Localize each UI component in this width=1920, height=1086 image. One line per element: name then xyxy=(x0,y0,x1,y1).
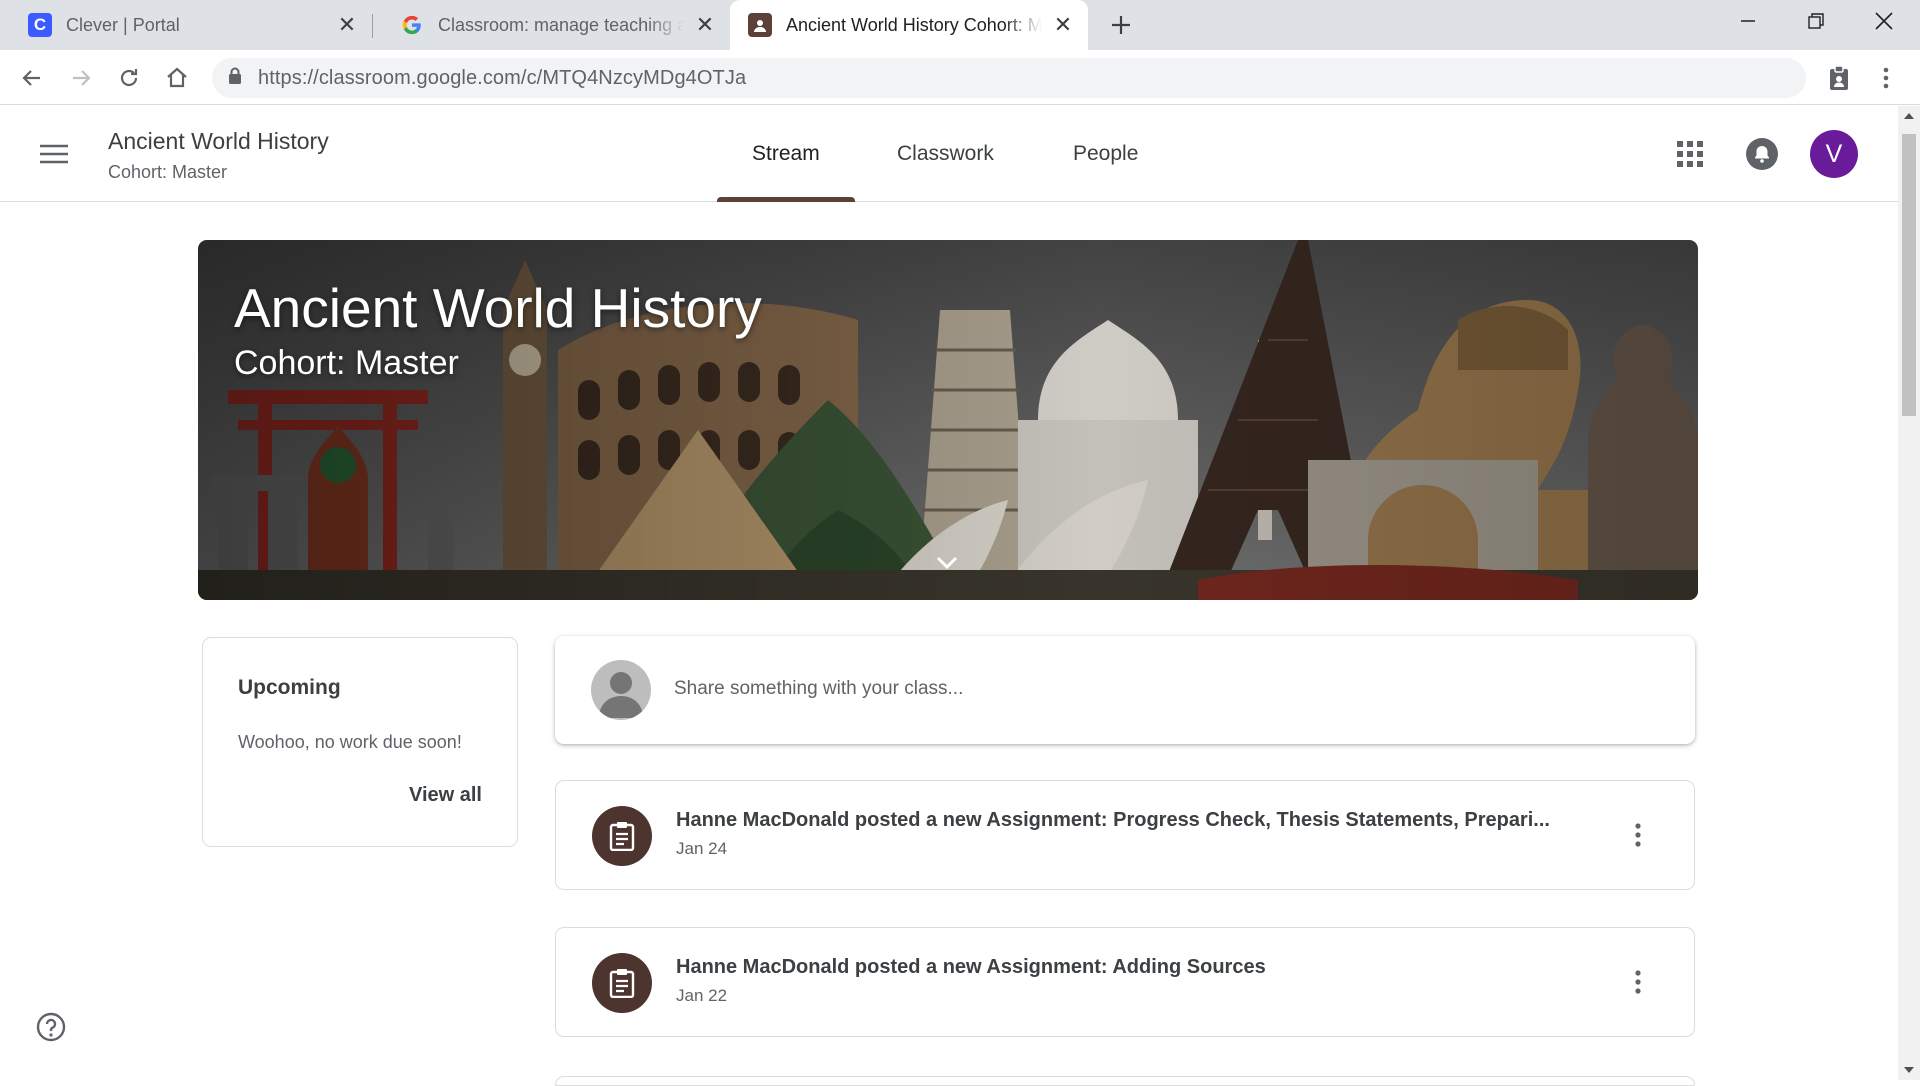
main-menu-icon[interactable] xyxy=(34,134,74,174)
google-apps-icon[interactable] xyxy=(1668,132,1712,176)
tab-people[interactable]: People xyxy=(1073,106,1138,202)
banner-title: Ancient World History xyxy=(234,277,762,339)
restore-icon[interactable] xyxy=(1782,0,1850,42)
tab-classwork[interactable]: Classwork xyxy=(897,106,994,202)
close-tab-icon[interactable]: ✕ xyxy=(1052,12,1074,37)
post-title[interactable]: Hanne MacDonald posted a new Assignment:… xyxy=(676,956,1266,979)
browser-tab-google-classroom[interactable]: Classroom: manage teaching and ✕ xyxy=(372,0,730,50)
url-text: https://classroom.google.com/c/MTQ4NzcyM… xyxy=(258,67,746,90)
forward-icon[interactable] xyxy=(65,62,97,94)
upcoming-message: Woohoo, no work due soon! xyxy=(238,732,462,752)
class-section: Cohort: Master xyxy=(108,162,228,182)
banner-subtitle: Cohort: Master xyxy=(234,344,459,382)
close-tab-icon[interactable]: ✕ xyxy=(336,12,358,37)
view-all-link[interactable]: View all xyxy=(409,784,482,807)
home-icon[interactable] xyxy=(161,62,193,94)
page-scrollbar[interactable] xyxy=(1898,106,1920,1080)
tab-title: Classroom: manage teaching and xyxy=(438,14,684,35)
lock-icon xyxy=(228,67,242,90)
browser-tab-strip: C Clever | Portal ✕ Classroom: manage te… xyxy=(0,0,1920,50)
assignment-icon xyxy=(592,806,652,866)
browser-menu-icon[interactable] xyxy=(1870,62,1902,94)
account-avatar[interactable]: V xyxy=(1810,130,1858,178)
post-title[interactable]: Hanne MacDonald posted a new Assignment:… xyxy=(676,809,1550,832)
classroom-header: Ancient World History Cohort: Master Str… xyxy=(0,106,1898,202)
extension-clipboard-icon[interactable] xyxy=(1823,62,1855,94)
tab-stream[interactable]: Stream xyxy=(717,106,855,202)
help-icon[interactable] xyxy=(36,1012,66,1042)
reload-icon[interactable] xyxy=(113,62,145,94)
stream-post[interactable]: Hanne MacDonald posted a new Assignment:… xyxy=(555,780,1695,890)
browser-tab-active[interactable]: Ancient World History Cohort: M ✕ xyxy=(730,0,1088,50)
user-avatar-placeholder-icon xyxy=(591,660,651,720)
close-window-icon[interactable] xyxy=(1850,0,1918,42)
upcoming-card: Upcoming Woohoo, no work due soon! View … xyxy=(202,637,518,847)
assignment-icon xyxy=(592,953,652,1013)
scroll-down-icon[interactable] xyxy=(1903,1064,1915,1076)
stream-post-partial xyxy=(555,1076,1695,1086)
class-title[interactable]: Ancient World History xyxy=(108,128,329,155)
more-vert-icon[interactable] xyxy=(1620,964,1656,1000)
classroom-favicon-icon xyxy=(748,13,772,37)
post-date: Jan 24 xyxy=(676,839,728,858)
share-placeholder: Share something with your class... xyxy=(674,678,964,699)
scrollbar-thumb[interactable] xyxy=(1902,134,1916,416)
more-vert-icon[interactable] xyxy=(1620,817,1656,853)
stream-post[interactable]: Hanne MacDonald posted a new Assignment:… xyxy=(555,927,1695,1037)
upcoming-heading: Upcoming xyxy=(238,676,341,699)
browser-toolbar: https://classroom.google.com/c/MTQ4NzcyM… xyxy=(0,50,1920,105)
close-tab-icon[interactable]: ✕ xyxy=(694,12,716,37)
tab-title: Clever | Portal xyxy=(66,14,180,35)
expand-chevron-icon[interactable] xyxy=(930,546,964,580)
browser-tab-clever[interactable]: C Clever | Portal ✕ xyxy=(0,0,372,50)
class-banner: Ancient World History Cohort: Master xyxy=(198,240,1698,600)
notifications-icon[interactable] xyxy=(1740,132,1784,176)
back-icon[interactable] xyxy=(16,62,48,94)
minimize-icon[interactable] xyxy=(1714,0,1782,42)
address-bar[interactable]: https://classroom.google.com/c/MTQ4NzcyM… xyxy=(212,58,1806,98)
post-date: Jan 22 xyxy=(676,986,728,1005)
new-tab-icon[interactable] xyxy=(1106,10,1136,40)
google-favicon-icon xyxy=(400,13,424,37)
url-host: https://classroom.google.com xyxy=(258,66,521,89)
share-with-class-box[interactable]: Share something with your class... xyxy=(555,636,1695,744)
scroll-up-icon[interactable] xyxy=(1903,110,1915,122)
clever-favicon-icon: C xyxy=(28,13,52,37)
url-path: /c/MTQ4NzcyMDg4OTJa xyxy=(520,66,747,89)
tab-title: Ancient World History Cohort: M xyxy=(786,14,1042,35)
